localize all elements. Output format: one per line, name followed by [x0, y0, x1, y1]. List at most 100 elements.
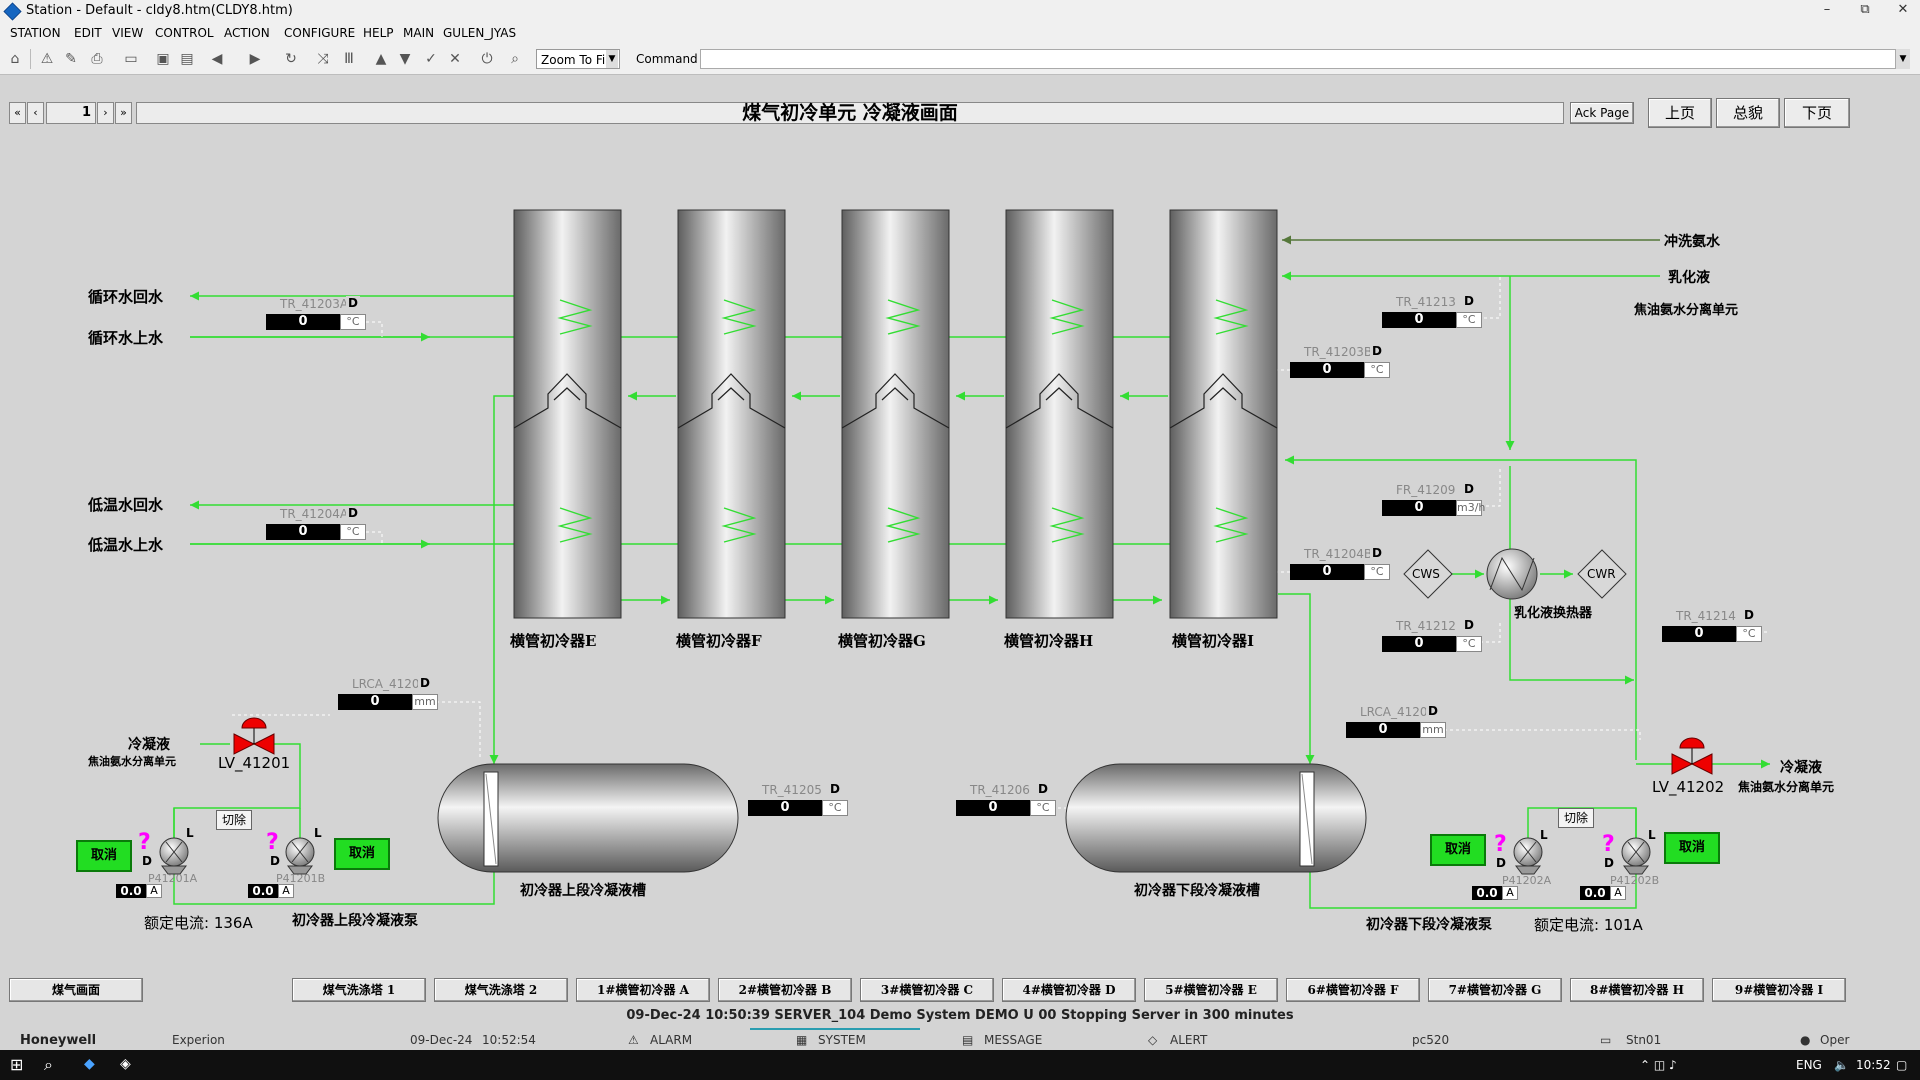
alarm-tab[interactable]: ALARM: [650, 1033, 692, 1047]
instrument-value: 0: [1290, 362, 1364, 378]
pump-d-flag: D: [270, 854, 280, 868]
instrument-tag: TR_41204A: [280, 507, 349, 521]
cwr-label: CWR: [1587, 567, 1616, 581]
host-name: pc520: [1412, 1033, 1450, 1047]
cancel-button-p41201a[interactable]: 取消: [76, 840, 132, 872]
nav-cooler-f[interactable]: 6#横管初冷器 F: [1286, 978, 1420, 1002]
volume-icon[interactable]: 🔈: [1834, 1058, 1849, 1072]
instrument-unit: mm: [412, 694, 438, 710]
cooler-f-label: 横管初冷器F: [676, 632, 762, 650]
system-tab[interactable]: SYSTEM: [818, 1033, 866, 1047]
nav-cooler-a[interactable]: 1#横管初冷器 A: [576, 978, 710, 1002]
emulsion-label: 乳化液: [1668, 270, 1710, 286]
instrument-tag: TR_41204B: [1304, 547, 1373, 561]
alert-icon[interactable]: ◇: [1148, 1033, 1157, 1047]
instrument-value: 0: [338, 694, 412, 710]
pump-d-flag: D: [1496, 856, 1506, 870]
instrument-value: 0: [1290, 564, 1364, 580]
pump-l-flag: L: [1648, 828, 1656, 842]
instrument-tag: TR_41205: [762, 783, 822, 797]
instrument-d-flag: D: [418, 676, 432, 690]
nav-gas-display[interactable]: 煤气画面: [9, 978, 143, 1002]
alarm-icon[interactable]: ⚠: [628, 1033, 639, 1047]
station-app-icon[interactable]: ◆: [84, 1056, 95, 1072]
cancel-button-p41202b[interactable]: 取消: [1664, 832, 1720, 864]
cws-label: CWS: [1412, 567, 1440, 581]
instrument-unit: °C: [822, 800, 848, 816]
instrument-value: 0: [1382, 500, 1456, 516]
lw-return-label: 低温水回水: [88, 496, 164, 514]
switch-button-lower[interactable]: 切除: [1558, 808, 1594, 828]
instrument-unit: m3/h: [1456, 500, 1486, 516]
pump-current-unit: A: [1610, 886, 1626, 900]
nav-cooler-d[interactable]: 4#横管初冷器 D: [1002, 978, 1136, 1002]
condensate-right-label: 冷凝液: [1780, 760, 1822, 776]
rated-current-right: 额定电流: 101A: [1534, 916, 1643, 934]
lv41202-valve-shape: [1671, 737, 1713, 775]
search-icon[interactable]: ⌕: [44, 1055, 53, 1075]
upper-pump-label: 初冷器上段冷凝液泵: [292, 913, 418, 929]
honeywell-logo: Honeywell: [20, 1033, 97, 1048]
pump-l-flag: L: [314, 826, 322, 840]
message-tab[interactable]: MESSAGE: [984, 1033, 1042, 1047]
cooler-i-label: 横管初冷器I: [1172, 632, 1255, 650]
instrument-unit: °C: [1364, 362, 1390, 378]
instrument-value: 0: [1662, 626, 1736, 642]
nav-cooler-e[interactable]: 5#横管初冷器 E: [1144, 978, 1278, 1002]
instrument-d-flag: D: [1370, 344, 1384, 358]
nav-cooler-h[interactable]: 8#横管初冷器 H: [1570, 978, 1704, 1002]
pump-l-flag: L: [186, 826, 194, 840]
cancel-button-p41201b[interactable]: 取消: [334, 838, 390, 870]
switch-button-upper[interactable]: 切除: [216, 810, 252, 830]
instrument-tag: LRCA_41201: [352, 677, 428, 691]
nav-cooler-c[interactable]: 3#横管初冷器 C: [860, 978, 994, 1002]
language-indicator[interactable]: ENG: [1796, 1058, 1822, 1072]
instrument-d-flag: D: [828, 782, 842, 796]
cooler-columns: [513, 209, 1278, 619]
pump-status-unknown-icon: ?: [138, 830, 151, 855]
tar-ammonia-unit-label: 焦油氨水分离单元: [1634, 303, 1739, 318]
instrument-value: 0: [266, 524, 340, 540]
lower-pump-label: 初冷器下段冷凝液泵: [1366, 917, 1492, 933]
instrument-value: 0: [1382, 312, 1456, 328]
condensate-left-label: 冷凝液: [128, 737, 170, 753]
hx-label: 乳化液换热器: [1514, 606, 1593, 621]
nav-scrubber-2[interactable]: 煤气洗涤塔 2: [434, 978, 568, 1002]
windows-start-icon[interactable]: ⊞: [10, 1055, 23, 1074]
message-icon[interactable]: ▤: [962, 1033, 973, 1047]
instrument-tag: FR_41209: [1396, 483, 1456, 497]
lv41201-label[interactable]: LV_41201: [218, 754, 290, 772]
alert-tab[interactable]: ALERT: [1170, 1033, 1207, 1047]
instrument-d-flag: D: [1742, 608, 1756, 622]
cancel-button-p41202a[interactable]: 取消: [1430, 834, 1486, 866]
taskbar-clock[interactable]: 10:52: [1856, 1058, 1891, 1072]
nav-cooler-i[interactable]: 9#横管初冷器 I: [1712, 978, 1846, 1002]
rated-current-left: 额定电流: 136A: [144, 914, 253, 932]
system-icon[interactable]: ▦: [796, 1033, 807, 1047]
pump-status-unknown-icon: ?: [1602, 832, 1615, 857]
instrument-d-flag: D: [346, 296, 360, 310]
cooler-h-label: 横管初冷器H: [1004, 632, 1094, 650]
instrument-unit: °C: [1456, 312, 1482, 328]
instrument-unit: °C: [340, 314, 366, 330]
instrument-value: 0: [1346, 722, 1420, 738]
monitor-icon: ▭: [1600, 1033, 1612, 1047]
nav-scrubber-1[interactable]: 煤气洗涤塔 1: [292, 978, 426, 1002]
instrument-tag: LRCA_41202: [1360, 705, 1436, 719]
nav-cooler-b[interactable]: 2#横管初冷器 B: [718, 978, 852, 1002]
pump-current-unit: A: [146, 884, 162, 898]
tray-icons[interactable]: ⌃ ◫ ♪: [1640, 1058, 1677, 1072]
pump-status-unknown-icon: ?: [1494, 832, 1507, 857]
nav-cooler-g[interactable]: 7#横管初冷器 G: [1428, 978, 1562, 1002]
flush-ammonia-label: 冲洗氨水: [1664, 234, 1720, 250]
pump-current-unit: A: [278, 884, 294, 898]
pinned-app-icon[interactable]: ◈: [120, 1056, 131, 1072]
lw-supply-label: 低温水上水: [88, 536, 164, 554]
lv41202-label[interactable]: LV_41202: [1652, 778, 1724, 796]
product-name: Experion: [172, 1033, 225, 1047]
notification-icon[interactable]: ▢: [1896, 1058, 1907, 1072]
instrument-tag: TR_41214: [1676, 609, 1736, 623]
pump-current-value: 0.0: [1472, 886, 1502, 900]
instrument-d-flag: D: [346, 506, 360, 520]
lower-tank-label: 初冷器下段冷凝液槽: [1134, 883, 1260, 899]
